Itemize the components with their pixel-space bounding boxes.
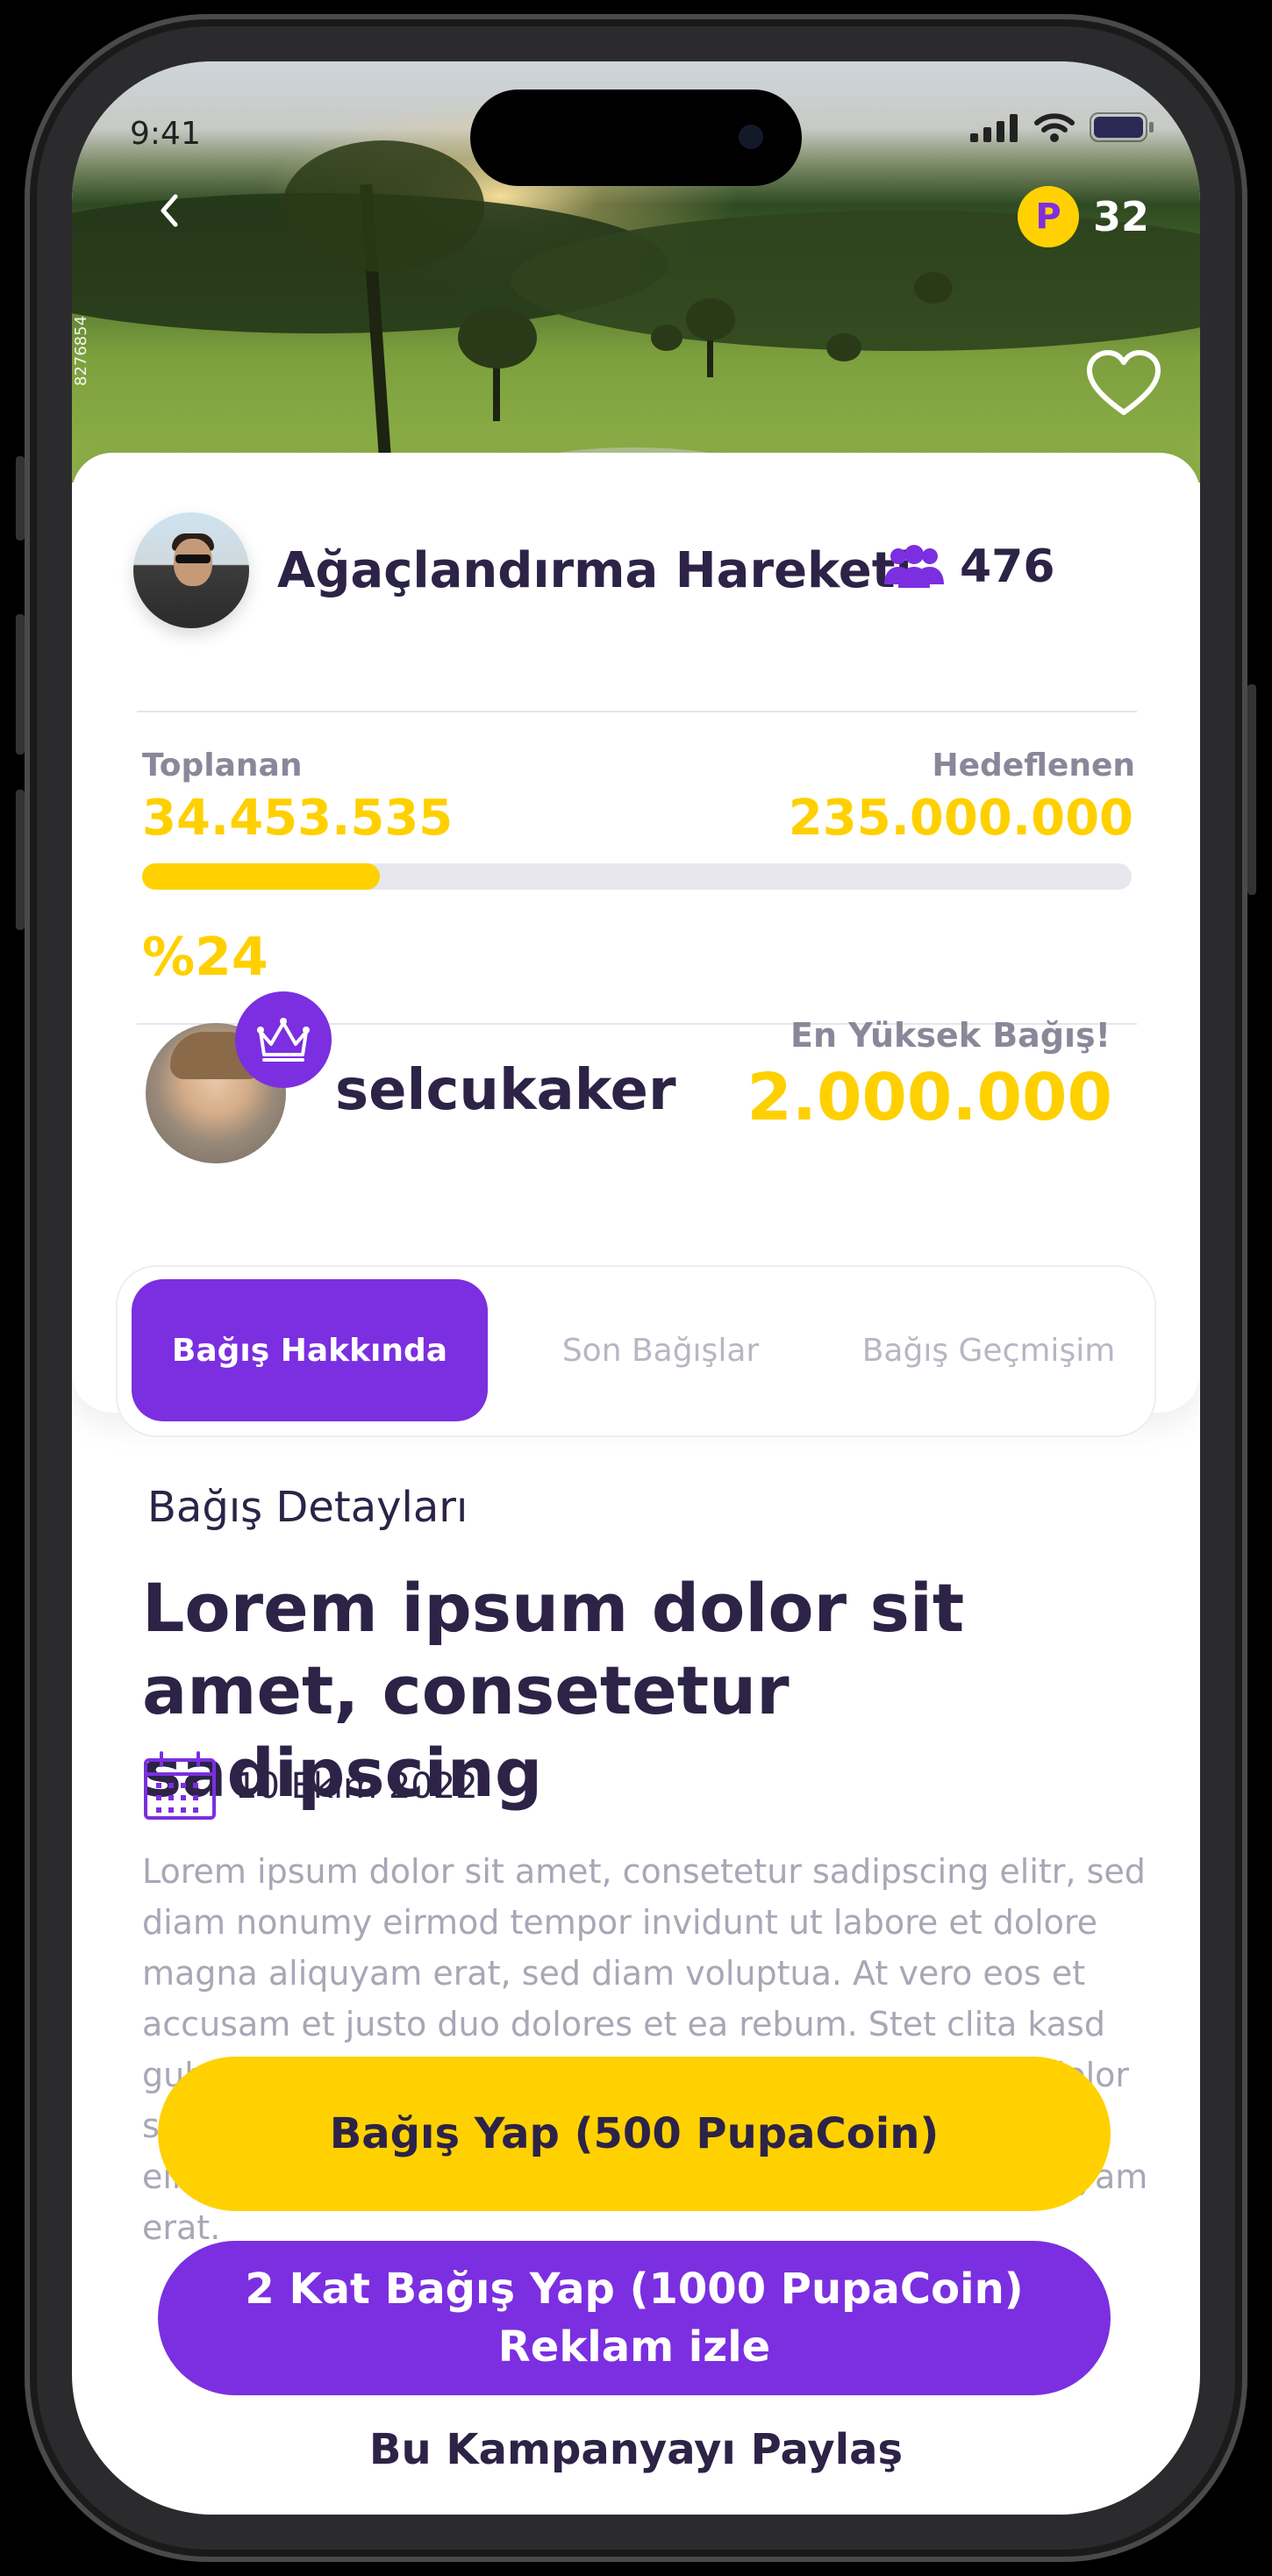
target-amount: 235.000.000 — [788, 790, 1133, 847]
dynamic-island — [470, 89, 802, 186]
section-title: Bağış Detayları — [147, 1483, 468, 1532]
crown-badge — [235, 991, 332, 1088]
campaign-name: Ağaçlandırma Hareketi — [277, 541, 912, 599]
progress-bar — [142, 863, 1132, 890]
member-count-value: 476 — [960, 540, 1055, 593]
campaign-organizer[interactable]: Ağaçlandırma Hareketi — [133, 512, 912, 628]
collected-label: Toplanan — [142, 748, 303, 784]
divider — [137, 711, 1137, 712]
chevron-left-icon — [161, 194, 178, 227]
target-label: Hedeflenen — [932, 748, 1135, 784]
back-button[interactable] — [158, 193, 179, 237]
progress-percent: %24 — [142, 927, 268, 988]
phone-screen: 8276854 9:41 P 32 Ağaçlandırma Hareketi … — [72, 61, 1200, 2515]
member-count: 476 — [883, 540, 1055, 593]
users-icon — [884, 545, 944, 588]
favorite-button[interactable] — [1086, 349, 1161, 421]
share-campaign-link[interactable]: Bu Kampanyayı Paylaş — [72, 2425, 1200, 2474]
tab-donation-about[interactable]: Bağış Hakkında — [132, 1279, 488, 1421]
top-donation-amount: 2.000.000 — [747, 1060, 1112, 1135]
signal-icon — [970, 114, 1018, 142]
status-icons — [970, 112, 1154, 142]
donate-button[interactable]: Bağış Yap (500 PupaCoin) — [158, 2057, 1111, 2211]
tab-recent-donations[interactable]: Son Bağışlar — [507, 1279, 814, 1421]
crown-icon — [257, 1018, 310, 1062]
heart-icon — [1087, 350, 1161, 415]
power-button — [1247, 684, 1256, 895]
tab-donation-history[interactable]: Bağış Geçmişim — [828, 1279, 1149, 1421]
status-time: 9:41 — [130, 116, 201, 152]
details-date: 10 Ekim 2022 — [235, 1766, 478, 1807]
collected-amount: 34.453.535 — [142, 790, 454, 847]
battery-icon — [1090, 112, 1154, 142]
watch-ad-label: Reklam izle — [497, 2322, 771, 2372]
volume-up-button — [16, 614, 25, 755]
progress-fill — [142, 863, 380, 890]
calendar-icon — [144, 1751, 216, 1820]
coin-balance[interactable]: P 32 — [1017, 186, 1149, 247]
date-row: 10 Ekim 2022 — [142, 1751, 478, 1821]
coin-count: 32 — [1092, 193, 1149, 240]
wifi-icon — [1034, 113, 1075, 142]
pupacoin-icon: P — [1017, 186, 1079, 247]
double-donate-label: 2 Kat Bağış Yap (1000 PupaCoin) — [245, 2265, 1024, 2314]
tab-bar: Bağış Hakkında Son Bağışlar Bağış Geçmiş… — [116, 1265, 1156, 1437]
top-donation-label: En Yüksek Bağış! — [790, 1016, 1111, 1055]
organizer-avatar — [133, 512, 249, 628]
top-donor-name: selcukaker — [335, 1058, 676, 1123]
volume-down-button — [16, 790, 25, 930]
campaign-card: Ağaçlandırma Hareketi 476 Toplanan Hedef… — [72, 453, 1200, 1437]
double-donate-button[interactable]: 2 Kat Bağış Yap (1000 PupaCoin) Reklam i… — [158, 2241, 1111, 2395]
silent-switch — [16, 456, 25, 540]
photo-credit: 8276854 — [72, 315, 90, 386]
